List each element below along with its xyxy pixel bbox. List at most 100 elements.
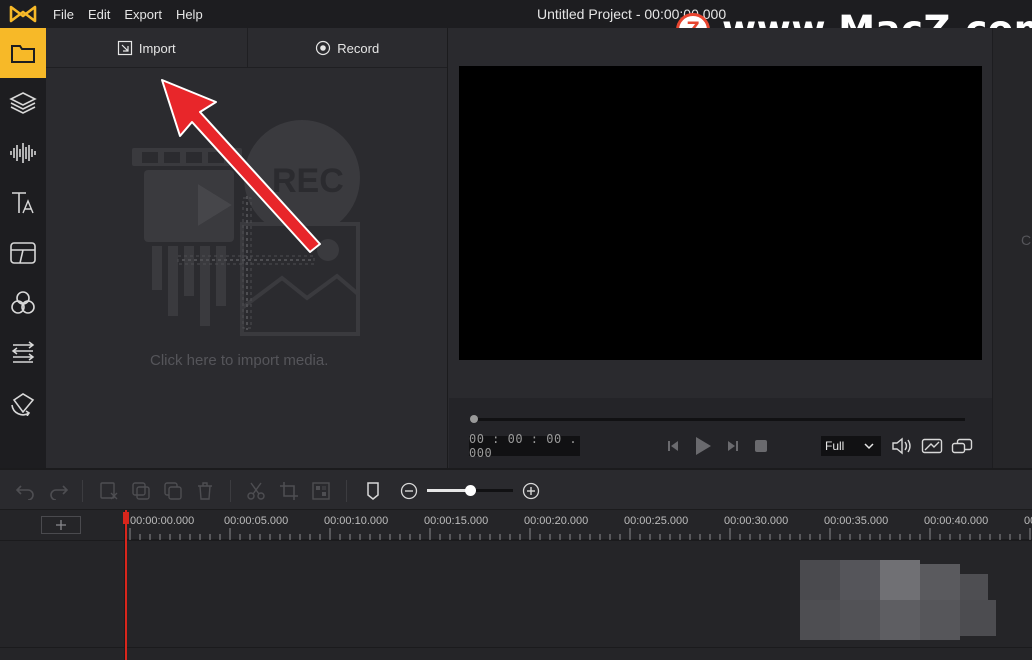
- media-tabs: Import Record: [46, 28, 447, 68]
- marker-button[interactable]: [362, 480, 384, 502]
- ruler-label: 00:00:30.000: [724, 515, 789, 527]
- zoom-slider-handle[interactable]: [465, 485, 476, 496]
- play-icon: [696, 437, 711, 455]
- add-track-button[interactable]: [41, 516, 81, 534]
- trash-icon: [198, 482, 212, 500]
- ruler-label: 00:00:20.000: [524, 515, 589, 527]
- timeline-toolbar: [0, 468, 1032, 510]
- timeline-ruler[interactable]: 00:00:00.000 00:00:05.000 00:00:10.000 0…: [126, 510, 1032, 540]
- tool-overlay[interactable]: [0, 228, 46, 278]
- quality-select[interactable]: Full: [821, 436, 881, 456]
- annotation-arrow-icon: [161, 79, 321, 253]
- toolbar-divider: [346, 480, 347, 502]
- audio-icon: [10, 143, 36, 163]
- volume-icon: [892, 437, 911, 455]
- tool-text[interactable]: [0, 178, 46, 228]
- stop-icon: [755, 440, 767, 452]
- tool-filters[interactable]: [0, 278, 46, 328]
- zoom-in-icon: [522, 482, 540, 500]
- import-hint[interactable]: Click here to import media.: [150, 352, 328, 369]
- ruler-label: 00:00:00.000: [130, 515, 195, 527]
- video-preview[interactable]: [459, 66, 982, 360]
- left-toolbar: [0, 28, 46, 468]
- ruler-label: 00:00:35.000: [824, 515, 889, 527]
- menu-edit[interactable]: Edit: [81, 7, 117, 22]
- fullscreen-button[interactable]: [951, 436, 973, 456]
- menu-bar: File Edit Export Help: [46, 7, 210, 22]
- crop-icon: [280, 482, 298, 500]
- app-logo-icon: [0, 0, 46, 28]
- undo-button[interactable]: [14, 480, 36, 502]
- zoom-slider[interactable]: [427, 485, 513, 496]
- progress-handle[interactable]: [470, 415, 478, 423]
- tool-audio[interactable]: [0, 128, 46, 178]
- filters-icon: [11, 291, 35, 314]
- next-frame-icon: [728, 441, 738, 451]
- record-label: Record: [337, 40, 380, 56]
- properties-panel-collapsed[interactable]: C: [992, 28, 1032, 468]
- overlay-icon: [10, 242, 36, 264]
- zoom-in-button[interactable]: [520, 480, 542, 502]
- layers-icon: [9, 92, 37, 114]
- ruler-label: 00: [1024, 515, 1032, 527]
- record-tab[interactable]: Record: [246, 28, 448, 68]
- zoom-out-button[interactable]: [398, 480, 420, 502]
- timeline: 00:00:00.000 00:00:05.000 00:00:10.000 0…: [0, 510, 1032, 660]
- next-frame-button[interactable]: [725, 436, 741, 456]
- menu-export[interactable]: Export: [117, 7, 169, 22]
- paste-button[interactable]: [162, 480, 184, 502]
- paste-icon: [164, 482, 182, 500]
- clear-button[interactable]: [98, 480, 120, 502]
- blurred-region: [800, 560, 1000, 650]
- record-icon: [316, 40, 331, 56]
- plus-icon: [56, 520, 66, 530]
- mosaic-button[interactable]: [310, 480, 332, 502]
- redo-button[interactable]: [48, 480, 70, 502]
- play-button[interactable]: [693, 436, 713, 456]
- clear-icon: [100, 482, 118, 500]
- import-label: Import: [138, 40, 176, 56]
- undo-icon: [15, 485, 34, 500]
- prev-frame-icon: [668, 441, 678, 451]
- text-icon: [12, 192, 34, 214]
- stop-button[interactable]: [753, 436, 769, 456]
- import-icon: [117, 40, 132, 56]
- animation-icon: [11, 393, 35, 416]
- tool-animation[interactable]: [0, 378, 46, 428]
- prev-frame-button[interactable]: [665, 436, 681, 456]
- ruler-label: 00:00:10.000: [324, 515, 389, 527]
- media-panel: Import Record REC Click here to import m…: [46, 28, 448, 468]
- zoom-out-icon: [400, 482, 418, 500]
- volume-button[interactable]: [891, 436, 913, 456]
- properties-letter: C: [1021, 232, 1032, 248]
- quality-value: Full: [825, 439, 845, 453]
- split-button[interactable]: [245, 480, 267, 502]
- copy-button[interactable]: [130, 480, 152, 502]
- preview-panel: 00 : 00 : 00 . 000 Full: [449, 28, 992, 468]
- mosaic-icon: [312, 482, 330, 500]
- snapshot-button[interactable]: [921, 436, 943, 456]
- tool-media[interactable]: [0, 28, 46, 78]
- zoom-slider-fill: [427, 489, 470, 492]
- tool-layers[interactable]: [0, 78, 46, 128]
- playback-controls: 00 : 00 : 00 . 000 Full: [449, 398, 992, 468]
- tool-transitions[interactable]: [0, 328, 46, 378]
- toolbar-divider: [82, 480, 83, 502]
- ruler-label: 00:00:05.000: [224, 515, 289, 527]
- playhead[interactable]: [123, 510, 129, 660]
- delete-button[interactable]: [194, 480, 216, 502]
- menu-help[interactable]: Help: [169, 7, 210, 22]
- scissors-icon: [247, 482, 265, 500]
- ruler-label: 00:00:25.000: [624, 515, 689, 527]
- crop-button[interactable]: [278, 480, 300, 502]
- media-icon: [11, 45, 35, 63]
- chevron-down-icon: [864, 443, 874, 450]
- menu-file[interactable]: File: [46, 7, 81, 22]
- playhead-handle[interactable]: [123, 512, 129, 524]
- ruler-label: 00:00:15.000: [424, 515, 489, 527]
- import-tab[interactable]: Import: [46, 28, 247, 68]
- playback-progress[interactable]: [470, 415, 965, 423]
- track-divider: [0, 540, 1032, 541]
- toolbar-divider: [230, 480, 231, 502]
- fullscreen-icon: [951, 438, 973, 454]
